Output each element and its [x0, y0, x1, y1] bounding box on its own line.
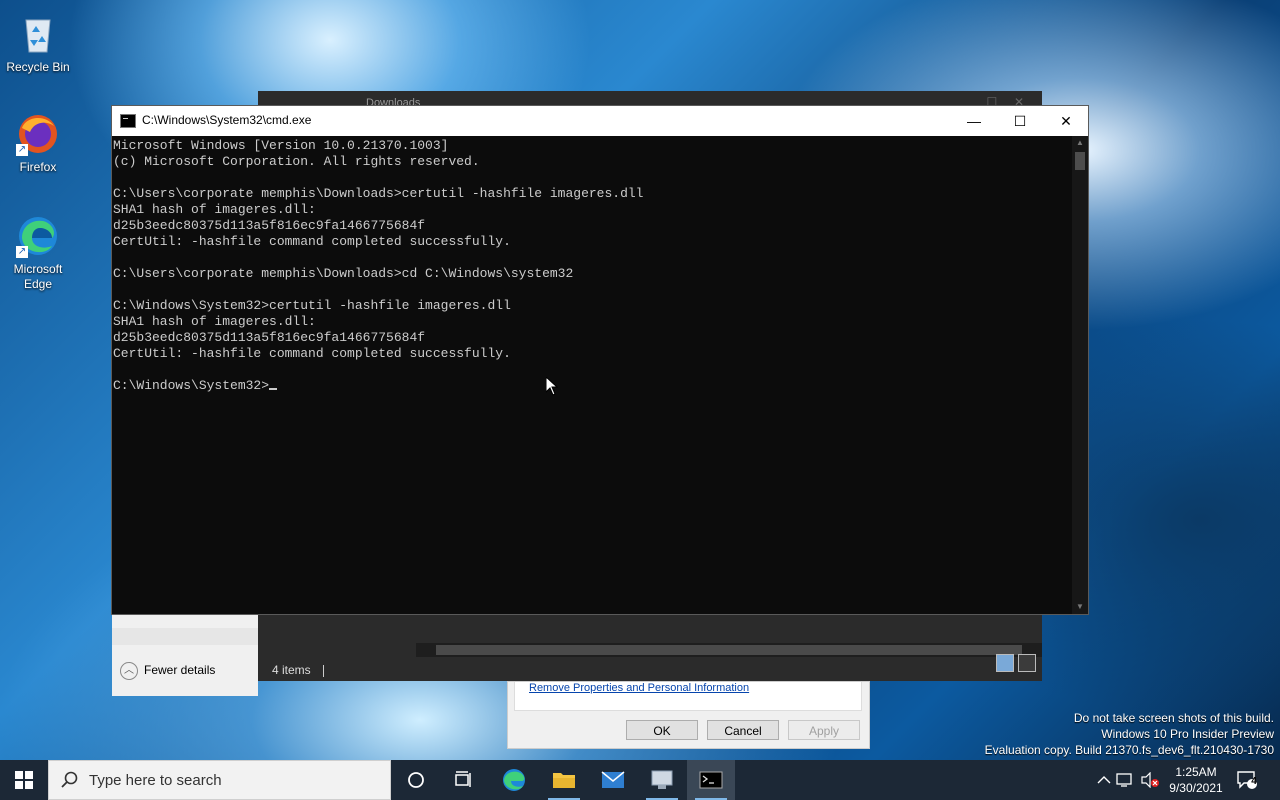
terminal-line: C:\Users\corporate memphis\Downloads>cd …	[113, 266, 574, 281]
firefox-icon: ↗	[16, 112, 60, 156]
terminal-output[interactable]: Microsoft Windows [Version 10.0.21370.10…	[113, 136, 1072, 614]
cmd-vertical-scrollbar[interactable]: ▲ ▼	[1072, 136, 1088, 614]
taskbar-mail[interactable]	[589, 760, 637, 800]
search-icon	[61, 771, 78, 788]
status-separator	[322, 664, 324, 677]
cmd-icon	[699, 771, 723, 789]
task-view-icon	[455, 771, 471, 787]
details-view-button[interactable]	[996, 654, 1014, 672]
taskbar: Type here to search 1:25AM 9/30/2021 4	[0, 760, 1280, 800]
minimize-button[interactable]: —	[951, 106, 997, 136]
desktop-icon-label: Firefox	[19, 160, 57, 174]
scrollbar-thumb[interactable]	[436, 645, 1022, 655]
action-center-button[interactable]: 4	[1236, 760, 1266, 800]
terminal-line: CertUtil: -hashfile command completed su…	[113, 346, 511, 361]
clock-time: 1:25AM	[1175, 765, 1217, 779]
network-button[interactable]	[1116, 760, 1138, 800]
recycle-bin-icon	[16, 12, 60, 56]
properties-panel: ︿ Fewer details	[112, 614, 258, 696]
edge-icon: ↗	[16, 214, 60, 258]
terminal-line: (c) Microsoft Corporation. All rights re…	[113, 154, 480, 169]
details-box: Remove Properties and Personal Informati…	[514, 682, 862, 711]
large-icons-view-button[interactable]	[1018, 654, 1036, 672]
terminal-line: d25b3eedc80375d113a5f816ec9fa1466775684f	[113, 218, 426, 233]
remove-properties-link[interactable]: Remove Properties and Personal Informati…	[529, 682, 749, 694]
fewer-details-button[interactable]: ︿ Fewer details	[120, 662, 215, 680]
chevron-up-icon	[1097, 776, 1111, 784]
terminal-line: SHA1 hash of imageres.dll:	[113, 314, 316, 329]
desktop-icon-label: Microsoft Edge	[13, 262, 63, 291]
desktop-icon-recycle-bin[interactable]: Recycle Bin	[0, 12, 76, 75]
explorer-horizontal-scrollbar[interactable]	[416, 643, 1042, 657]
item-count: 4 items	[272, 663, 311, 677]
desktop-icon-edge[interactable]: ↗ Microsoft Edge	[0, 214, 76, 292]
folder-icon	[553, 773, 575, 788]
watermark-line: Evaluation copy. Build 21370.fs_dev6_flt…	[984, 743, 1274, 757]
cmd-icon	[120, 114, 136, 128]
desktop-icon-label: Recycle Bin	[6, 60, 70, 74]
cmd-window[interactable]: C:\Windows\System32\cmd.exe — ☐ ✕ Micros…	[111, 105, 1089, 615]
terminal-line: SHA1 hash of imageres.dll:	[113, 202, 316, 217]
maximize-button[interactable]: ☐	[997, 106, 1043, 136]
close-button[interactable]: ✕	[1043, 106, 1089, 136]
volume-muted-icon	[1141, 771, 1159, 789]
cortana-button[interactable]	[392, 760, 440, 800]
search-placeholder: Type here to search	[89, 772, 222, 789]
watermark-line: Windows 10 Pro Insider Preview	[1101, 727, 1274, 741]
task-view-button[interactable]	[440, 760, 488, 800]
properties-dialog: Remove Properties and Personal Informati…	[507, 681, 870, 749]
text-cursor	[269, 388, 278, 390]
mail-icon	[601, 771, 625, 788]
start-button[interactable]	[0, 760, 48, 800]
volume-button[interactable]	[1140, 760, 1162, 800]
explorer-status-bar: 4 items	[258, 654, 1042, 681]
desktop: Recycle Bin ↗ Firefox ↗ Microsoft Edge D…	[0, 0, 1280, 760]
panel-horizontal-scrollbar[interactable]	[112, 628, 258, 645]
taskbar-control-panel[interactable]	[638, 760, 686, 800]
notification-count: 4	[1251, 776, 1257, 787]
terminal-line: Microsoft Windows [Version 10.0.21370.10…	[113, 138, 449, 153]
scrollbar-thumb[interactable]	[1075, 152, 1085, 170]
edge-icon	[503, 769, 525, 791]
chevron-up-icon: ︿	[120, 662, 138, 680]
view-toggle	[992, 654, 1036, 679]
show-hidden-icons-button[interactable]	[1094, 760, 1114, 800]
windows-logo-icon	[15, 771, 33, 789]
cancel-button[interactable]: Cancel	[707, 720, 779, 740]
shortcut-arrow-icon: ↗	[16, 246, 28, 258]
terminal-prompt-line[interactable]: C:\Windows\System32>	[113, 378, 1072, 394]
clock[interactable]: 1:25AM 9/30/2021	[1164, 764, 1228, 796]
clock-date: 9/30/2021	[1169, 781, 1223, 795]
terminal-line: C:\Windows\System32>certutil -hashfile i…	[113, 298, 511, 313]
control-panel-icon	[651, 770, 673, 789]
cmd-titlebar[interactable]: C:\Windows\System32\cmd.exe — ☐ ✕	[112, 106, 1088, 136]
taskbar-edge[interactable]	[490, 760, 538, 800]
apply-button[interactable]: Apply	[788, 720, 860, 740]
scroll-down-arrow-icon[interactable]: ▼	[1072, 600, 1088, 614]
taskbar-search-box[interactable]: Type here to search	[48, 760, 391, 800]
cortana-icon	[408, 772, 424, 788]
scroll-up-arrow-icon[interactable]: ▲	[1072, 136, 1088, 150]
fewer-details-label: Fewer details	[144, 663, 216, 678]
shortcut-arrow-icon: ↗	[16, 144, 28, 156]
taskbar-cmd[interactable]	[687, 760, 735, 800]
taskbar-file-explorer[interactable]	[540, 760, 588, 800]
terminal-line: d25b3eedc80375d113a5f816ec9fa1466775684f	[113, 330, 426, 345]
build-watermark: Do not take screen shots of this build. …	[985, 710, 1274, 758]
desktop-icon-firefox[interactable]: ↗ Firefox	[0, 112, 76, 175]
cmd-title: C:\Windows\System32\cmd.exe	[142, 113, 312, 127]
watermark-line: Do not take screen shots of this build.	[1073, 711, 1274, 725]
terminal-line: C:\Users\corporate memphis\Downloads>cer…	[113, 186, 644, 201]
mouse-pointer-icon	[546, 377, 558, 396]
network-icon	[1116, 773, 1132, 787]
prompt: C:\Windows\System32>	[113, 378, 270, 393]
terminal-line: CertUtil: -hashfile command completed su…	[113, 234, 511, 249]
ok-button[interactable]: OK	[626, 720, 698, 740]
